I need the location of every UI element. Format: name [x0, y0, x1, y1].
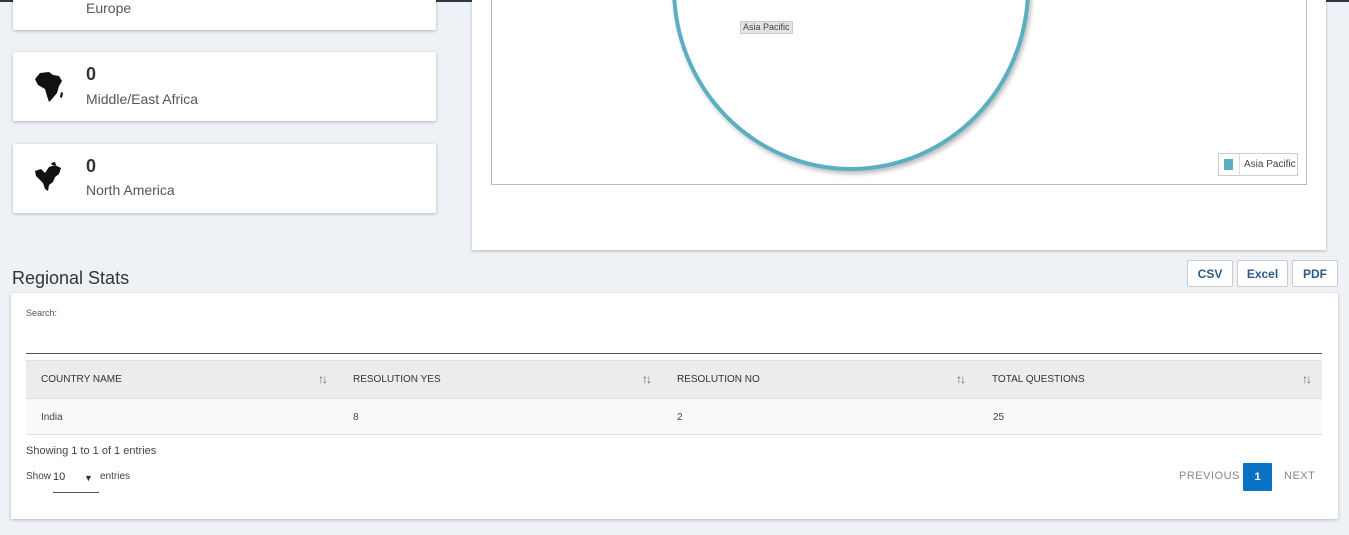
chart-panel: Asia Pacific Asia Pacific	[472, 0, 1326, 250]
pie-slice-label: Asia Pacific	[740, 21, 793, 34]
legend-divider	[1239, 154, 1240, 175]
region-count-africa: 0	[86, 64, 97, 84]
sort-icon[interactable]: ↑↓	[1302, 372, 1312, 386]
region-card-africa: 0 Middle/East Africa	[13, 52, 436, 121]
region-label-europe: Europe	[86, 0, 132, 16]
region-card-north-america: 0 North America	[13, 144, 436, 213]
north-america-map-icon	[35, 162, 61, 191]
cell-country: India	[41, 412, 63, 423]
table-row[interactable]: India 8 2 25	[26, 398, 1322, 435]
column-header-resolution-no[interactable]: RESOLUTION NO	[677, 361, 760, 399]
chevron-down-icon: ▼	[84, 473, 93, 483]
africa-map-icon	[35, 72, 63, 102]
sort-icon[interactable]: ↑↓	[956, 372, 966, 386]
page-length-select[interactable]: 10 ▼	[53, 468, 99, 493]
search-label: Search:	[26, 308, 58, 318]
region-label-north-america: North America	[86, 182, 175, 198]
table-info: Showing 1 to 1 of 1 entries	[26, 445, 157, 457]
regional-stats-table-card: Search: COUNTRY NAME ↑↓ RESOLUTION YES ↑…	[11, 293, 1338, 519]
search-input[interactable]	[26, 322, 1322, 354]
region-count-north-america: 0	[86, 156, 97, 176]
sort-icon[interactable]: ↑↓	[318, 372, 328, 386]
pagination-previous[interactable]: PREVIOUS	[1179, 470, 1240, 482]
pie-chart: Asia Pacific Asia Pacific	[491, 0, 1307, 185]
pagination-page-1[interactable]: 1	[1243, 463, 1272, 491]
pdf-button[interactable]: PDF	[1292, 260, 1338, 287]
chart-legend[interactable]: Asia Pacific	[1218, 153, 1298, 176]
section-title: Regional Stats	[12, 268, 130, 288]
cell-total-questions: 25	[993, 412, 1005, 423]
csv-button[interactable]: CSV	[1187, 260, 1233, 287]
region-card-europe: Europe	[13, 0, 436, 30]
length-show-label: Show	[26, 471, 52, 482]
sort-icon[interactable]: ↑↓	[642, 372, 652, 386]
excel-button[interactable]: Excel	[1237, 260, 1288, 287]
column-header-resolution-yes[interactable]: RESOLUTION YES	[353, 361, 441, 399]
pie-slice-asia-pacific[interactable]	[672, 0, 1030, 171]
column-header-country[interactable]: COUNTRY NAME	[41, 361, 122, 399]
column-header-total-questions[interactable]: TOTAL QUESTIONS	[992, 361, 1085, 399]
page-length-value: 10	[53, 471, 66, 483]
europe-map-icon	[31, 0, 67, 20]
pagination-next[interactable]: NEXT	[1284, 470, 1315, 482]
cell-resolution-no: 2	[677, 412, 683, 423]
length-entries-label: entries	[100, 471, 131, 482]
legend-entry: Asia Pacific	[1244, 159, 1296, 170]
region-label-africa: Middle/East Africa	[86, 91, 199, 107]
legend-swatch	[1224, 159, 1233, 170]
table-header: COUNTRY NAME ↑↓ RESOLUTION YES ↑↓ RESOLU…	[26, 360, 1322, 398]
cell-resolution-yes: 8	[353, 412, 359, 423]
